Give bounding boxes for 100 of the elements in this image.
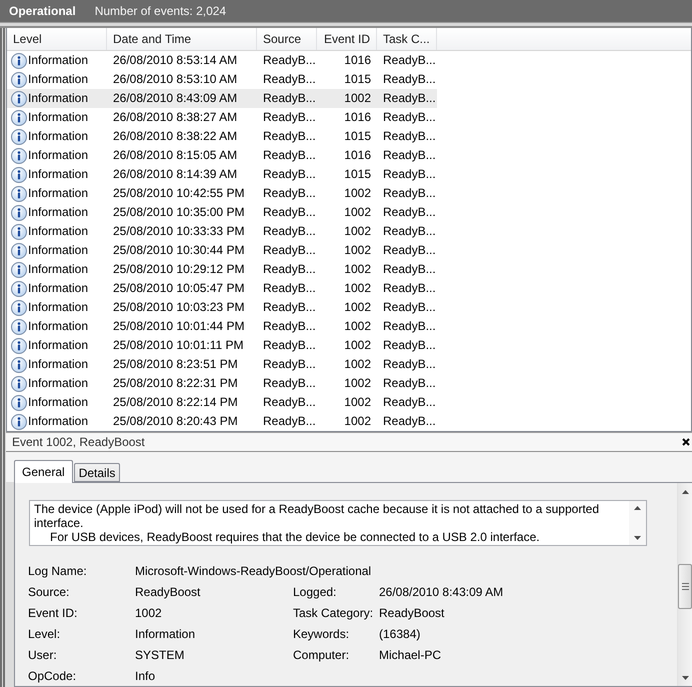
scroll-down-icon[interactable]	[682, 676, 688, 680]
event-row[interactable]: Information 25/08/2010 10:33:33 PM ReadyB... 1002 ReadyB...	[7, 222, 437, 241]
field-label: Level:	[28, 626, 62, 640]
column-header[interactable]: Date and Time	[107, 28, 257, 50]
description-text: The device (Apple iPod) will not be used for a ReadyBoost cache because it is not attached to a supported interface.	[34, 502, 600, 530]
task-text: ReadyB...	[382, 318, 437, 335]
date-time-text: 26/08/2010 8:53:10 AM	[112, 71, 238, 88]
event-row[interactable]: Information 25/08/2010 8:22:31 PM ReadyB... 1002 ReadyB...	[7, 374, 437, 393]
event-row[interactable]: Information 26/08/2010 8:15:05 AM ReadyB... 1016 ReadyB...	[7, 146, 437, 165]
tab[interactable]: Details	[74, 463, 120, 482]
source-text: ReadyB...	[262, 71, 317, 88]
grip-icon	[682, 583, 688, 590]
event-row[interactable]: Information 26/08/2010 8:43:09 AM ReadyB... 1002 ReadyB...	[7, 89, 437, 108]
event-row[interactable]: Information 25/08/2010 10:30:44 PM ReadyB... 1002 ReadyB...	[7, 241, 437, 260]
info-icon	[11, 166, 27, 182]
event-row[interactable]: Information 26/08/2010 8:53:14 AM ReadyB... 1016 ReadyB...	[7, 51, 437, 70]
info-icon	[11, 262, 27, 278]
close-icon[interactable]	[682, 438, 690, 446]
field-value: Michael-PC	[379, 648, 442, 662]
info-icon	[11, 356, 27, 372]
detail-title: Event 1002, ReadyBoost	[12, 435, 145, 449]
column-header[interactable]: Event ID	[317, 28, 377, 50]
info-icon	[11, 52, 27, 68]
source-text: ReadyB...	[262, 204, 317, 221]
event-id-text: 1002	[343, 242, 372, 259]
source-text: ReadyB...	[262, 337, 317, 354]
level-text: Information	[28, 147, 88, 164]
source-text: ReadyB...	[262, 128, 317, 145]
event-row[interactable]: Information 25/08/2010 10:05:47 PM ReadyB... 1002 ReadyB...	[7, 279, 437, 298]
info-icon	[11, 280, 27, 296]
date-time-text: 25/08/2010 8:22:14 PM	[112, 394, 239, 411]
event-row[interactable]: Information 25/08/2010 8:20:43 PM ReadyB... 1002 ReadyB...	[7, 412, 437, 431]
event-row[interactable]: Information 25/08/2010 10:03:23 PM ReadyB... 1002 ReadyB...	[7, 298, 437, 317]
event-id-text: 1002	[343, 337, 372, 354]
task-text: ReadyB...	[382, 109, 437, 126]
event-row[interactable]: Information 25/08/2010 8:23:51 PM ReadyB... 1002 ReadyB...	[7, 355, 437, 374]
scroll-up-icon[interactable]	[634, 506, 641, 510]
level-text: Information	[28, 128, 88, 145]
field-value: ReadyBoost	[379, 606, 446, 620]
event-row[interactable]: Information 26/08/2010 8:53:10 AM ReadyB... 1015 ReadyB...	[7, 70, 437, 89]
event-id-text: 1015	[343, 166, 372, 183]
column-header[interactable]: Level	[7, 28, 107, 50]
info-icon	[11, 224, 27, 240]
scroll-down-icon[interactable]	[634, 536, 641, 540]
date-time-text: 26/08/2010 8:15:05 AM	[112, 147, 238, 164]
field-value: Microsoft-Windows-ReadyBoost/Operational	[135, 564, 372, 578]
level-text: Information	[28, 280, 88, 297]
task-text: ReadyB...	[382, 71, 437, 88]
info-icon	[11, 394, 27, 410]
level-text: Information	[28, 394, 88, 411]
info-icon	[11, 414, 27, 430]
info-icon	[11, 128, 27, 144]
field-value: Info	[135, 668, 156, 682]
date-time-text: 25/08/2010 8:23:51 PM	[112, 356, 239, 373]
event-row[interactable]: Information 26/08/2010 8:14:39 AM ReadyB... 1015 ReadyB...	[7, 165, 437, 184]
event-row[interactable]: Information 25/08/2010 10:01:44 PM ReadyB... 1002 ReadyB...	[7, 317, 437, 336]
event-id-text: 1002	[343, 204, 372, 221]
level-text: Information	[28, 318, 88, 335]
event-row[interactable]: Information 26/08/2010 8:38:22 AM ReadyB... 1015 ReadyB...	[7, 127, 437, 146]
date-time-text: 26/08/2010 8:14:39 AM	[112, 166, 238, 183]
info-icon	[11, 90, 27, 106]
event-id-text: 1002	[343, 280, 372, 297]
event-row[interactable]: Information 25/08/2010 10:29:12 PM ReadyB... 1002 ReadyB...	[7, 260, 437, 279]
date-time-text: 26/08/2010 8:43:09 AM	[112, 90, 238, 107]
event-id-text: 1015	[343, 128, 372, 145]
source-text: ReadyB...	[262, 90, 317, 107]
column-header[interactable]: Source	[257, 28, 317, 50]
date-time-text: 26/08/2010 8:38:22 AM	[112, 128, 238, 145]
task-text: ReadyB...	[382, 337, 437, 354]
source-text: ReadyB...	[262, 166, 317, 183]
scrollbar-track[interactable]	[677, 483, 692, 686]
scrollbar-thumb[interactable]	[678, 564, 692, 609]
event-id-text: 1002	[343, 394, 372, 411]
level-text: Information	[28, 375, 88, 392]
event-row[interactable]: Information 25/08/2010 10:35:00 PM ReadyB... 1002 ReadyB...	[7, 203, 437, 222]
date-time-text: 25/08/2010 8:20:43 PM	[112, 413, 239, 430]
log-title: Operational	[9, 4, 76, 18]
task-text: ReadyB...	[382, 147, 437, 164]
tab[interactable]: General	[14, 460, 73, 483]
task-text: ReadyB...	[382, 394, 437, 411]
event-id-text: 1002	[343, 185, 372, 202]
event-row[interactable]: Information 25/08/2010 8:22:14 PM ReadyB... 1002 ReadyB...	[7, 393, 437, 412]
field-label: OpCode:	[28, 668, 78, 682]
field-label: Task Category:	[293, 606, 374, 620]
event-id-text: 1002	[343, 356, 372, 373]
source-text: ReadyB...	[262, 318, 317, 335]
event-id-text: 1002	[343, 299, 372, 316]
source-text: ReadyB...	[262, 375, 317, 392]
field-label: Log Name:	[28, 564, 88, 578]
scrollbar-track[interactable]	[629, 501, 646, 545]
source-text: ReadyB...	[262, 394, 317, 411]
level-text: Information	[28, 337, 88, 354]
event-row[interactable]: Information 26/08/2010 8:38:27 AM ReadyB... 1016 ReadyB...	[7, 108, 437, 127]
description-text: For USB devices, ReadyBoost requires that the device be connected to a USB 2.0 interface.	[49, 530, 541, 544]
task-text: ReadyB...	[382, 356, 437, 373]
column-header[interactable]: Task C...	[377, 28, 437, 50]
scroll-up-icon[interactable]	[682, 490, 688, 494]
event-row[interactable]: Information 25/08/2010 10:01:11 PM ReadyB... 1002 ReadyB...	[7, 336, 437, 355]
date-time-text: 25/08/2010 10:29:12 PM	[112, 261, 246, 278]
event-row[interactable]: Information 25/08/2010 10:42:55 PM ReadyB... 1002 ReadyB...	[7, 184, 437, 203]
